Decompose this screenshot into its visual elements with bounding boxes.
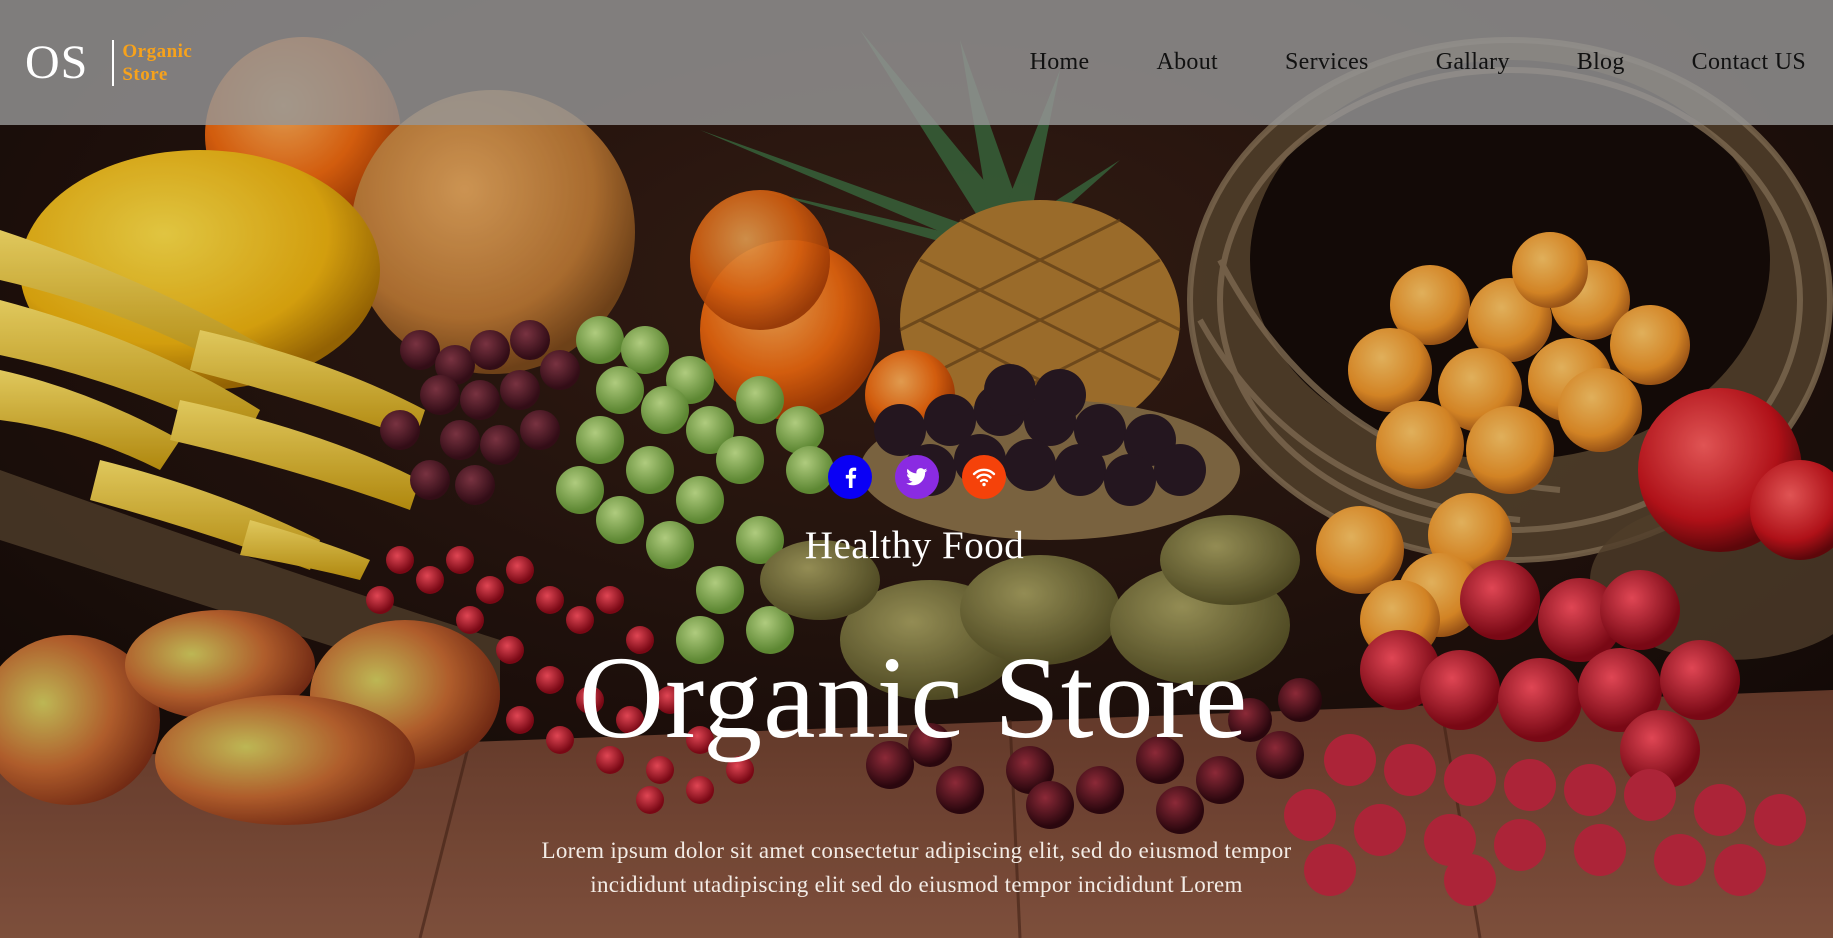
top-navbar: OS Organic Store Home About Services Gal… [0, 0, 1833, 125]
twitter-button[interactable] [894, 455, 939, 499]
nav-menu: Home About Services Gallary Blog Contact… [963, 0, 1806, 125]
nav-link-home[interactable]: Home [1030, 49, 1090, 76]
brand-name-line2: Store [122, 63, 168, 85]
social-links [0, 455, 1833, 499]
brand-name: Organic Store [122, 40, 192, 86]
hero-section: OS Organic Store Home About Services Gal… [0, 0, 1833, 938]
brand-logo[interactable]: OS Organic Store [25, 0, 192, 125]
nav-link-contact[interactable]: Contact US [1692, 49, 1806, 76]
twitter-icon [905, 468, 927, 486]
nav-link-about[interactable]: About [1156, 49, 1218, 76]
hero-description: Lorem ipsum dolor sit amet consectetur a… [0, 834, 1833, 902]
facebook-button[interactable] [827, 455, 872, 499]
brand-divider [112, 39, 115, 86]
hero-description-line1: Lorem ipsum dolor sit amet consectetur a… [541, 838, 1292, 863]
rss-button[interactable] [961, 455, 1006, 499]
brand-initials: OS [25, 35, 89, 89]
hero-description-line2: incididunt utadipiscing elit sed do eius… [590, 872, 1243, 897]
hero-title: Organic Store [578, 632, 1249, 763]
nav-link-gallary[interactable]: Gallary [1436, 49, 1510, 76]
hero-subtitle: Healthy Food [804, 524, 1025, 567]
rss-icon [972, 468, 995, 487]
nav-link-services[interactable]: Services [1285, 49, 1369, 76]
nav-link-blog[interactable]: Blog [1577, 49, 1625, 76]
facebook-icon [845, 467, 856, 488]
brand-name-line1: Organic [122, 40, 193, 62]
